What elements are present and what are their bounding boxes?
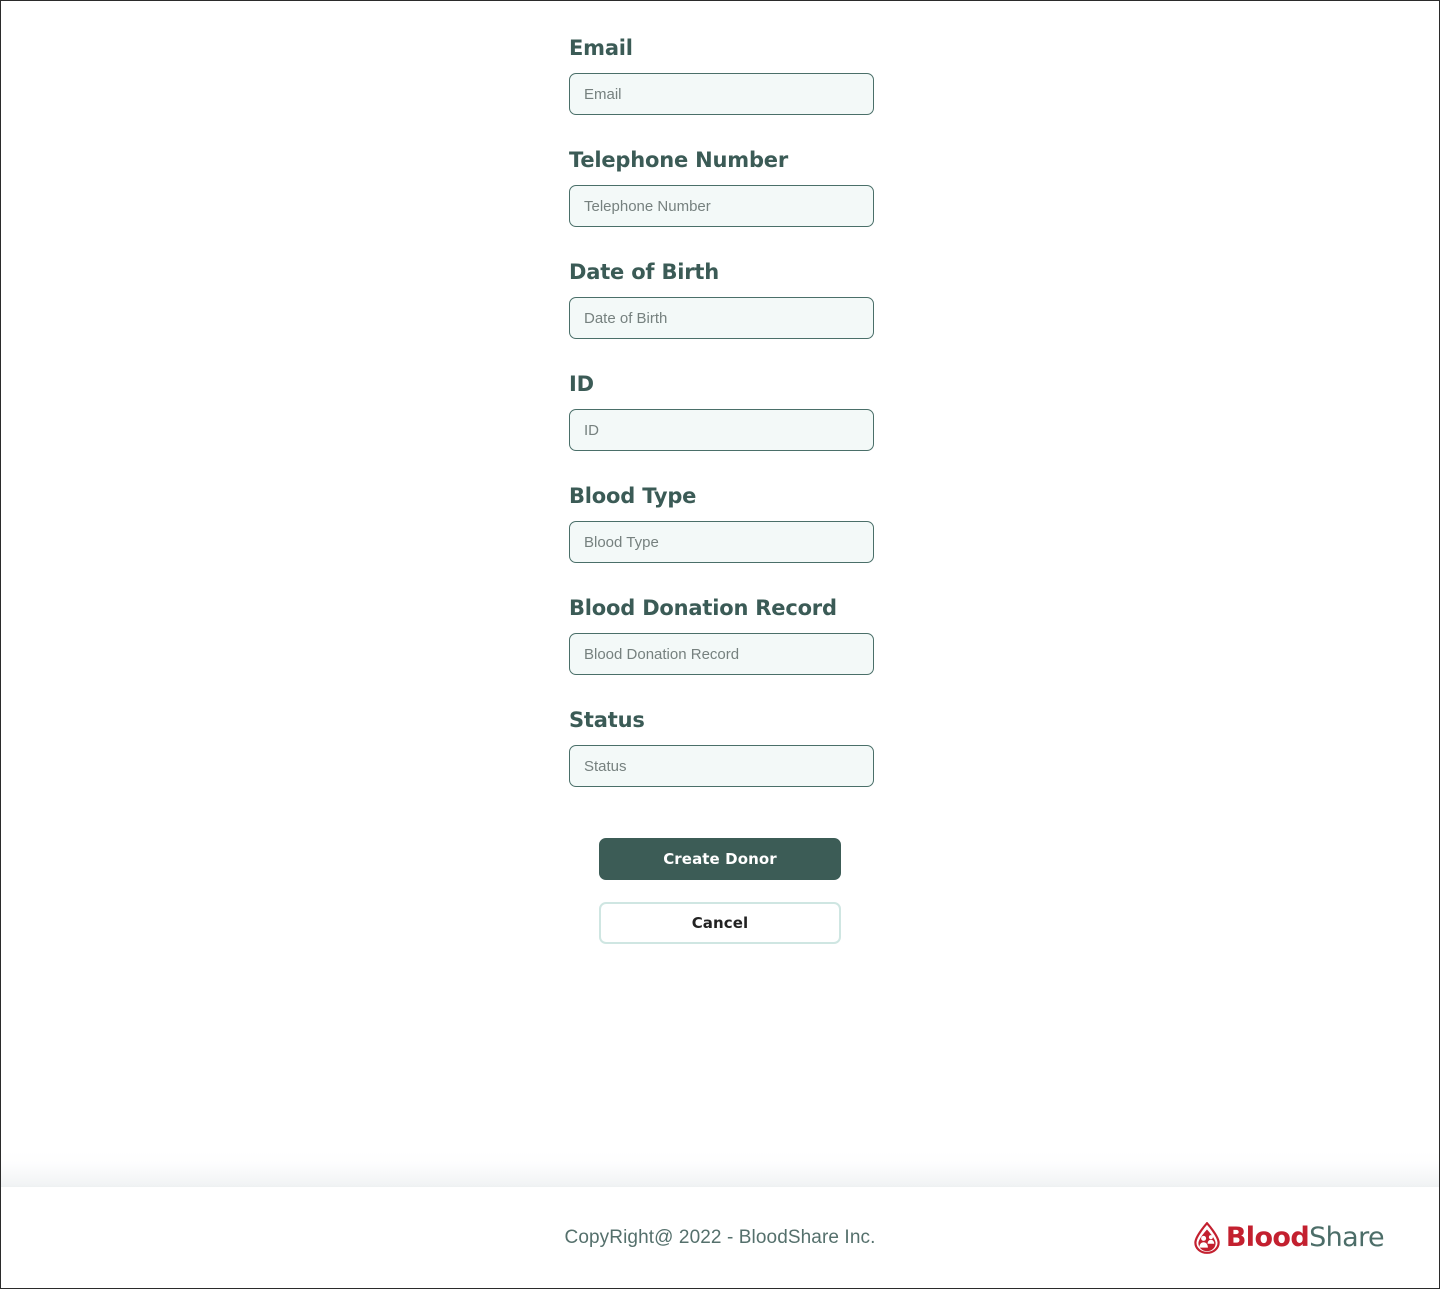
form-actions: Create Donor Cancel — [599, 838, 904, 944]
label-telephone-number: Telephone Number — [569, 148, 788, 172]
blood-type-input[interactable] — [569, 521, 874, 563]
field-date-of-birth: Date of Birth — [569, 259, 874, 339]
page-root: Email Telephone Number Date of Birth ID — [1, 1, 1439, 1288]
label-date-of-birth: Date of Birth — [569, 260, 720, 284]
form-content-area: Email Telephone Number Date of Birth ID — [1, 1, 1439, 1151]
blood-drop-donors-icon — [1192, 1221, 1222, 1254]
field-blood-type: Blood Type — [569, 483, 874, 563]
field-status: Status — [569, 707, 874, 787]
brand-logo[interactable]: BloodShare — [1192, 1221, 1385, 1254]
date-of-birth-input[interactable] — [569, 297, 874, 339]
blood-donation-record-input[interactable] — [569, 633, 874, 675]
label-blood-type: Blood Type — [569, 484, 697, 508]
status-input[interactable] — [569, 745, 874, 787]
label-status: Status — [569, 708, 645, 732]
cancel-button[interactable]: Cancel — [599, 902, 841, 944]
field-email: Email — [569, 35, 874, 115]
label-blood-donation-record: Blood Donation Record — [569, 596, 837, 620]
label-id: ID — [569, 372, 594, 396]
id-input[interactable] — [569, 409, 874, 451]
field-blood-donation-record: Blood Donation Record — [569, 595, 874, 675]
field-id: ID — [569, 371, 874, 451]
create-donor-button[interactable]: Create Donor — [599, 838, 841, 880]
donor-form: Email Telephone Number Date of Birth ID — [569, 35, 874, 787]
field-telephone-number: Telephone Number — [569, 147, 874, 227]
telephone-number-input[interactable] — [569, 185, 874, 227]
page-footer: CopyRight@ 2022 - BloodShare Inc. BloodS… — [1, 1187, 1439, 1288]
brand-name-secondary: Share — [1309, 1221, 1385, 1253]
footer-separator-shadow — [1, 1151, 1439, 1187]
email-input[interactable] — [569, 73, 874, 115]
label-email: Email — [569, 36, 633, 60]
brand-wordmark: BloodShare — [1225, 1221, 1385, 1253]
brand-name-primary: Blood — [1225, 1221, 1310, 1253]
